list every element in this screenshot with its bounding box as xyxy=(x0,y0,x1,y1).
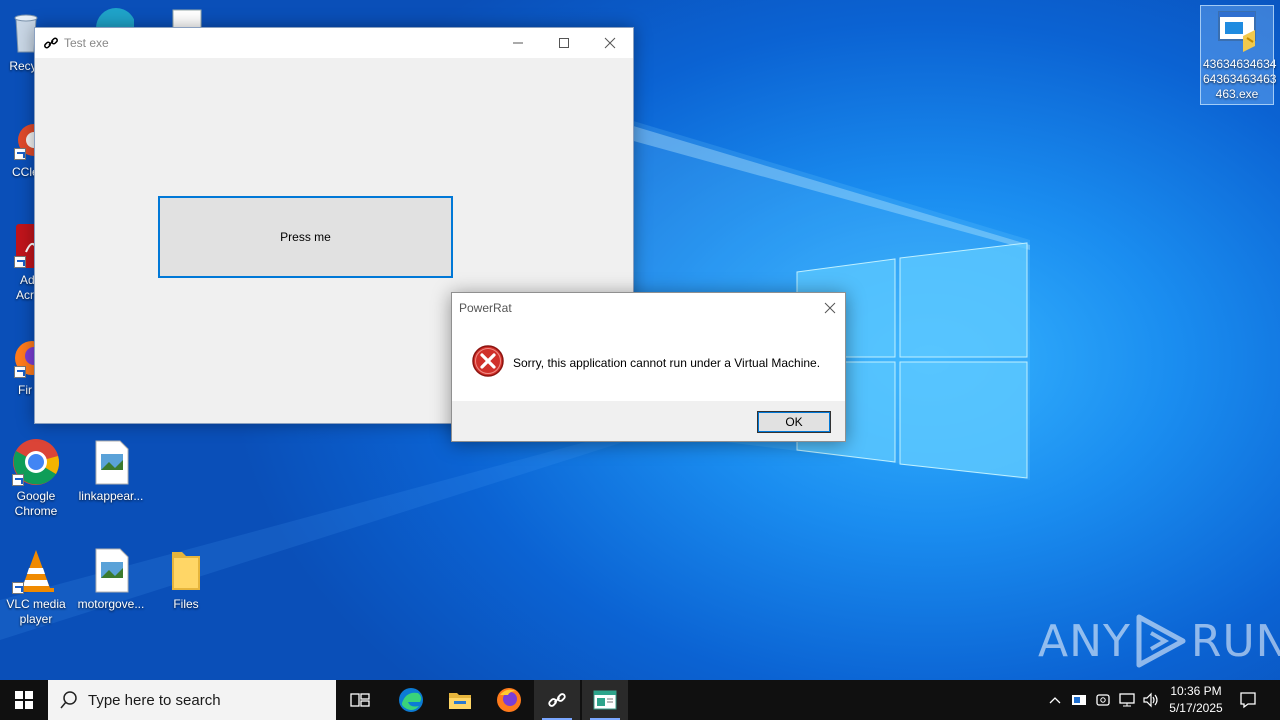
ok-button[interactable]: OK xyxy=(757,411,831,433)
firefox-icon xyxy=(497,688,521,712)
watermark-text-right: RUN xyxy=(1190,615,1280,667)
image-file-icon xyxy=(87,438,135,486)
volume-icon xyxy=(1143,692,1158,708)
task-view-button[interactable] xyxy=(336,680,384,720)
exe-file-icon xyxy=(1213,8,1261,54)
taskbar-powerrat[interactable] xyxy=(582,680,628,720)
link-icon xyxy=(44,37,58,49)
task-view-icon xyxy=(350,693,370,707)
tray-show-hidden[interactable] xyxy=(1044,680,1066,720)
press-me-button[interactable]: Press me xyxy=(158,196,453,278)
desktop-icon-label: 43634634634 xyxy=(1203,57,1277,71)
desktop-icon-label: 463.exe xyxy=(1215,87,1259,101)
search-icon xyxy=(60,691,77,709)
search-placeholder: Type here to search xyxy=(88,691,221,709)
security-icon xyxy=(1096,694,1110,706)
clock-time: 10:36 PM xyxy=(1170,684,1222,698)
tray-security[interactable] xyxy=(1092,680,1114,720)
shortcut-arrow-icon xyxy=(14,148,26,160)
play-logo-icon xyxy=(1136,614,1186,668)
desktop-icon-label: 64363463463 xyxy=(1203,72,1277,86)
anyrun-watermark: ANY RUN xyxy=(1038,606,1280,676)
dialog-message: Sorry, this application cannot run under… xyxy=(513,356,821,370)
desktop: Recyc CCle Ad Acr Fir Google Chrome link… xyxy=(0,0,1280,680)
maximize-button[interactable] xyxy=(541,28,587,57)
taskbar-test-exe[interactable] xyxy=(534,680,580,720)
taskbar-file-explorer[interactable] xyxy=(436,680,484,720)
app-tray-icon xyxy=(1072,695,1086,705)
shortcut-arrow-icon xyxy=(14,256,26,268)
shortcut-arrow-icon xyxy=(12,474,24,486)
notification-center-button[interactable] xyxy=(1234,680,1262,720)
dialog-title: PowerRat xyxy=(459,301,512,315)
minimize-icon xyxy=(513,42,523,43)
title-bar[interactable]: Test exe xyxy=(35,28,633,58)
maximize-icon xyxy=(559,37,569,48)
desktop-icon-label: VLC media player xyxy=(6,597,66,626)
close-icon xyxy=(824,302,836,314)
taskbar: Type here to search 10:36 PM 5/17/2025 xyxy=(0,680,1280,720)
notification-icon xyxy=(1240,692,1256,709)
chevron-up-icon xyxy=(1049,697,1061,704)
desktop-icon-edge-partial[interactable] xyxy=(80,4,140,48)
desktop-icon-label: Google Chrome xyxy=(14,489,58,518)
tray-network[interactable] xyxy=(1116,680,1138,720)
dialog-footer: OK xyxy=(452,401,845,441)
shortcut-arrow-icon xyxy=(14,366,26,378)
search-box[interactable]: Type here to search xyxy=(48,680,336,720)
clock[interactable]: 10:36 PM 5/17/2025 xyxy=(1160,683,1232,717)
clock-date: 5/17/2025 xyxy=(1169,701,1223,715)
vlc-icon xyxy=(12,546,60,594)
taskbar-firefox[interactable] xyxy=(484,680,534,720)
tray-app-icon[interactable] xyxy=(1068,680,1090,720)
file-explorer-icon xyxy=(449,693,471,709)
desktop-icon-google-chrome[interactable]: Google Chrome xyxy=(0,438,74,519)
image-file-icon xyxy=(87,546,135,594)
dialog-close-button[interactable] xyxy=(819,297,841,319)
app-window-icon xyxy=(593,690,617,710)
dialog-body: Sorry, this application cannot run under… xyxy=(452,323,845,401)
close-icon xyxy=(604,37,616,48)
desktop-icon-selected-exe[interactable]: 43634634634 64363463463 463.exe xyxy=(1200,5,1277,105)
windows-logo-icon xyxy=(15,691,33,709)
dialog-title-bar[interactable]: PowerRat xyxy=(452,293,845,323)
taskbar-edge[interactable] xyxy=(386,680,436,720)
minimize-button[interactable] xyxy=(495,28,541,57)
tray-volume[interactable] xyxy=(1140,680,1162,720)
powerrat-dialog[interactable]: PowerRat Sorry, this application cannot … xyxy=(451,292,846,442)
desktop-icon-label: motorgove... xyxy=(77,597,145,611)
folder-icon xyxy=(162,546,210,594)
window-title: Test exe xyxy=(64,36,109,50)
desktop-icon-label: linkappear... xyxy=(78,489,144,503)
desktop-icon-files[interactable]: Files xyxy=(148,546,224,612)
desktop-icon-vlc[interactable]: VLC media player xyxy=(0,546,74,627)
desktop-icon-linkappear[interactable]: linkappear... xyxy=(73,438,149,504)
network-icon xyxy=(1119,693,1135,707)
desktop-icon-motorgove[interactable]: motorgove... xyxy=(73,546,149,612)
error-icon xyxy=(472,345,504,377)
link-icon xyxy=(548,693,566,707)
desktop-icon-file-partial[interactable] xyxy=(160,6,210,31)
start-button[interactable] xyxy=(0,680,48,720)
close-button[interactable] xyxy=(587,28,633,57)
watermark-text-left: ANY xyxy=(1038,615,1131,667)
shortcut-arrow-icon xyxy=(12,582,24,594)
desktop-icon-label: Files xyxy=(173,597,199,611)
edge-icon xyxy=(399,688,423,712)
chrome-icon xyxy=(12,438,60,486)
